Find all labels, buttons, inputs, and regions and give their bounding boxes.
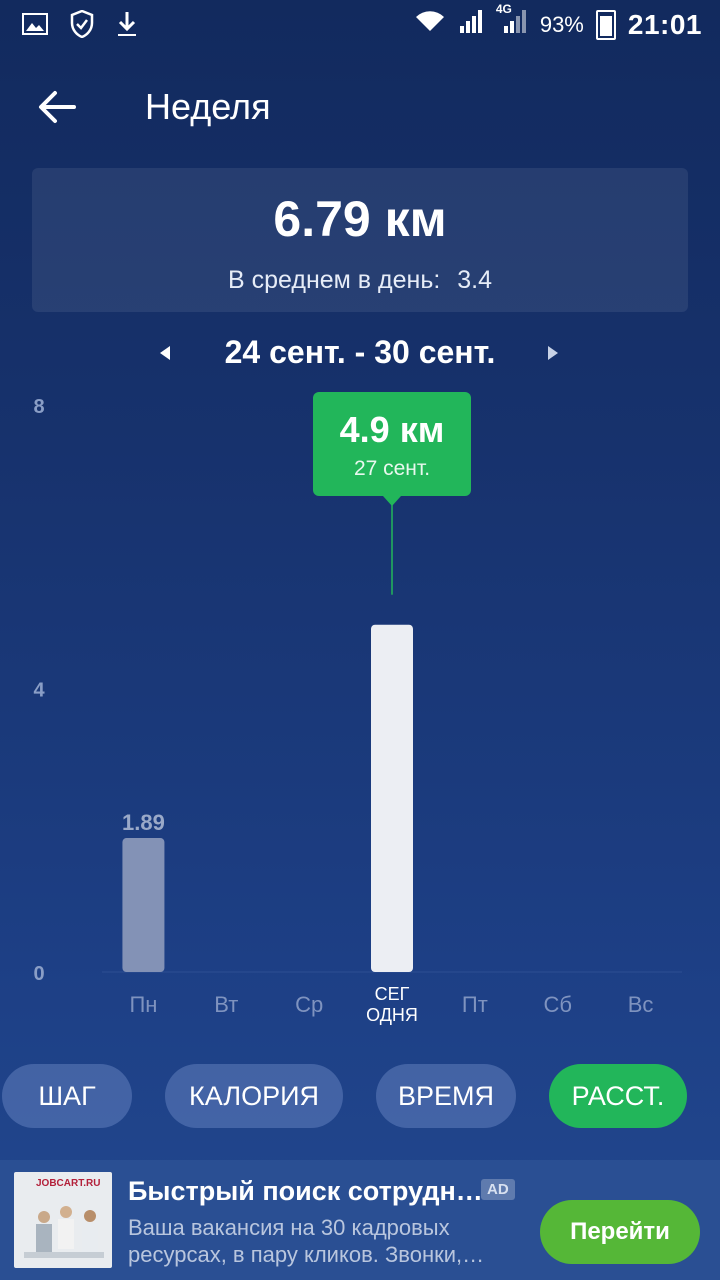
x-tick-label: ОДНЯ [366,1005,418,1025]
metric-calories-chip[interactable]: КАЛОРИЯ [165,1064,343,1128]
bar-selected[interactable] [371,624,413,972]
x-tick-label: Вс [628,992,654,1017]
next-week-button[interactable] [538,338,568,368]
x-tick-label: СЕГ [375,984,410,1004]
y-tick-label: 8 [33,396,44,418]
daily-average-value: 3.4 [457,266,493,294]
summary-card: 6.79 км В среднем в день: 3.4 [32,168,688,312]
status-bar: 4G 93% 21:01 [0,0,720,50]
triangle-right-icon [548,346,558,360]
tooltip-date: 27 сент. [354,457,430,480]
signal-4g-icon: 4G [496,2,528,41]
tooltip-value: 4.9 км [340,409,445,450]
x-tick-label: Сб [543,992,572,1017]
ad-description[interactable]: Ваша вакансия на 30 кадровых ресурсах, в… [128,1214,528,1268]
network-type: 4G [495,2,512,16]
ad-badge: AD [481,1179,515,1200]
shield-check-icon [70,9,94,43]
x-tick-label: Ср [295,992,323,1017]
metric-selector: ШАГ КАЛОРИЯ ВРЕМЯ РАССТ. [0,1064,720,1130]
ad-title[interactable]: Быстрый поиск сотрудн… [128,1176,483,1207]
page-title: Неделя [145,86,271,127]
clock: 21:01 [627,8,702,40]
bar-data-label: 1.89 [122,810,165,835]
daily-average-label: В среднем в день: [227,266,441,294]
signal-icon [458,8,486,41]
image-notification-icon [22,13,48,40]
back-button[interactable] [30,82,84,132]
ad-banner[interactable]: JOBCART.RU Быстрый поиск сотрудн… AD Ваш… [0,1160,720,1280]
y-tick-label: 0 [33,963,44,985]
metric-distance-chip[interactable]: РАССТ. [549,1064,687,1128]
distance-chart[interactable]: 8 4 0 1.89 Пн Вт Ср СЕГ ОДНЯ Пт Сб Вс 4.9 км 27 сент. [0,380,720,1040]
tooltip-arrow [383,496,401,506]
status-notifications [22,9,138,43]
daily-average: В среднем в день: 3.4 [32,266,688,295]
x-tick-label: Пт [462,992,488,1017]
y-tick-label: 4 [33,680,45,702]
chart-canvas[interactable]: 8 4 0 1.89 Пн Вт Ср СЕГОДНЯ Пт Сб Вс 4.9 км 27 сент. [0,380,720,1040]
top-app-bar: Неделя [0,62,720,152]
status-system: 4G 93% 21:01 [414,2,702,41]
x-tick-label: Вт [214,992,238,1017]
arrow-left-icon [39,91,76,123]
wifi-icon [414,9,446,40]
date-range-label: 24 сент. - 30 сент. [224,334,496,370]
ad-cta-button[interactable]: Перейти [540,1200,700,1264]
download-icon [116,10,138,43]
ad-image[interactable]: JOBCART.RU [14,1172,112,1268]
x-tick-label: Пн [129,992,157,1017]
bar-day[interactable] [122,838,165,972]
total-distance: 6.79 км [273,191,447,247]
date-range-selector: 24 сент. - 30 сент. [0,330,720,380]
metric-steps-chip[interactable]: ШАГ [2,1064,132,1128]
metric-time-chip[interactable]: ВРЕМЯ [376,1064,516,1128]
battery-icon [595,9,616,40]
battery-percent: 93% [539,11,584,37]
